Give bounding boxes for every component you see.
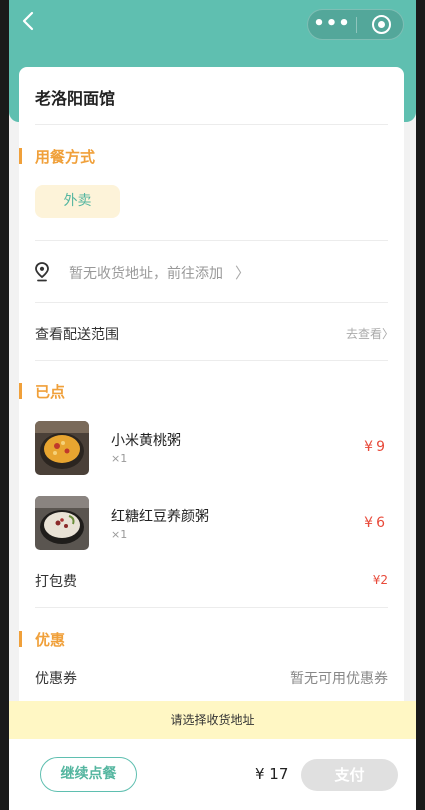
- chevron-right-icon: 〉: [235, 264, 251, 282]
- chevron-left-icon: [22, 11, 34, 31]
- divider: [35, 302, 388, 303]
- ordered-title: 已点: [35, 383, 66, 401]
- delivery-range-label: 查看配送范围: [35, 327, 119, 343]
- item-image: [35, 421, 89, 475]
- dining-mode-title: 用餐方式: [35, 148, 96, 166]
- more-button[interactable]: •••: [308, 10, 356, 39]
- discount-title: 优惠: [35, 631, 66, 649]
- order-card: 老洛阳面馆 用餐方式 外卖 暂无收货地址，前往添加 〉 查看配送范围 去查看〉 …: [19, 67, 404, 810]
- target-icon[interactable]: [372, 15, 391, 34]
- coupon-label: 优惠券: [35, 671, 77, 687]
- capsule-divider: [356, 17, 357, 33]
- divider: [35, 124, 388, 125]
- phone-screen: ••• 老洛阳面馆 用餐方式 外卖 暂无收货地址，前往添加 〉 查看配送范围 去…: [9, 0, 416, 810]
- back-button[interactable]: [19, 10, 47, 38]
- item-price: ¥6: [364, 515, 388, 531]
- item-price: ¥9: [364, 439, 388, 455]
- item-quantity: ×1: [111, 528, 128, 541]
- view-delivery-range-link[interactable]: 去查看〉: [346, 325, 394, 342]
- coupon-value[interactable]: 暂无可用优惠券: [290, 668, 388, 688]
- item-name: 红糖红豆养颜粥: [111, 509, 209, 525]
- total-price: ¥ 17: [255, 765, 289, 783]
- section-marker: [19, 631, 22, 647]
- mini-program-capsule: •••: [307, 9, 404, 40]
- add-address-link[interactable]: 暂无收货地址，前往添加: [69, 263, 223, 283]
- checkout-footer: 继续点餐 ¥ 17 支付: [9, 739, 416, 810]
- divider: [35, 607, 388, 608]
- section-marker: [19, 148, 22, 164]
- packing-fee-price: ¥2: [372, 573, 388, 587]
- section-marker: [19, 383, 22, 399]
- divider: [35, 240, 388, 241]
- item-image: [35, 496, 89, 550]
- packing-fee-label: 打包费: [35, 574, 77, 590]
- pay-button[interactable]: 支付: [301, 759, 398, 791]
- shop-name: 老洛阳面馆: [35, 89, 116, 108]
- delivery-mode-chip[interactable]: 外卖: [35, 185, 120, 218]
- continue-ordering-button[interactable]: 继续点餐: [40, 757, 137, 792]
- select-address-notice[interactable]: 请选择收货地址: [9, 701, 416, 739]
- divider: [35, 360, 388, 361]
- location-pin-icon: [35, 262, 49, 282]
- item-quantity: ×1: [111, 452, 128, 465]
- item-name: 小米黄桃粥: [111, 433, 181, 449]
